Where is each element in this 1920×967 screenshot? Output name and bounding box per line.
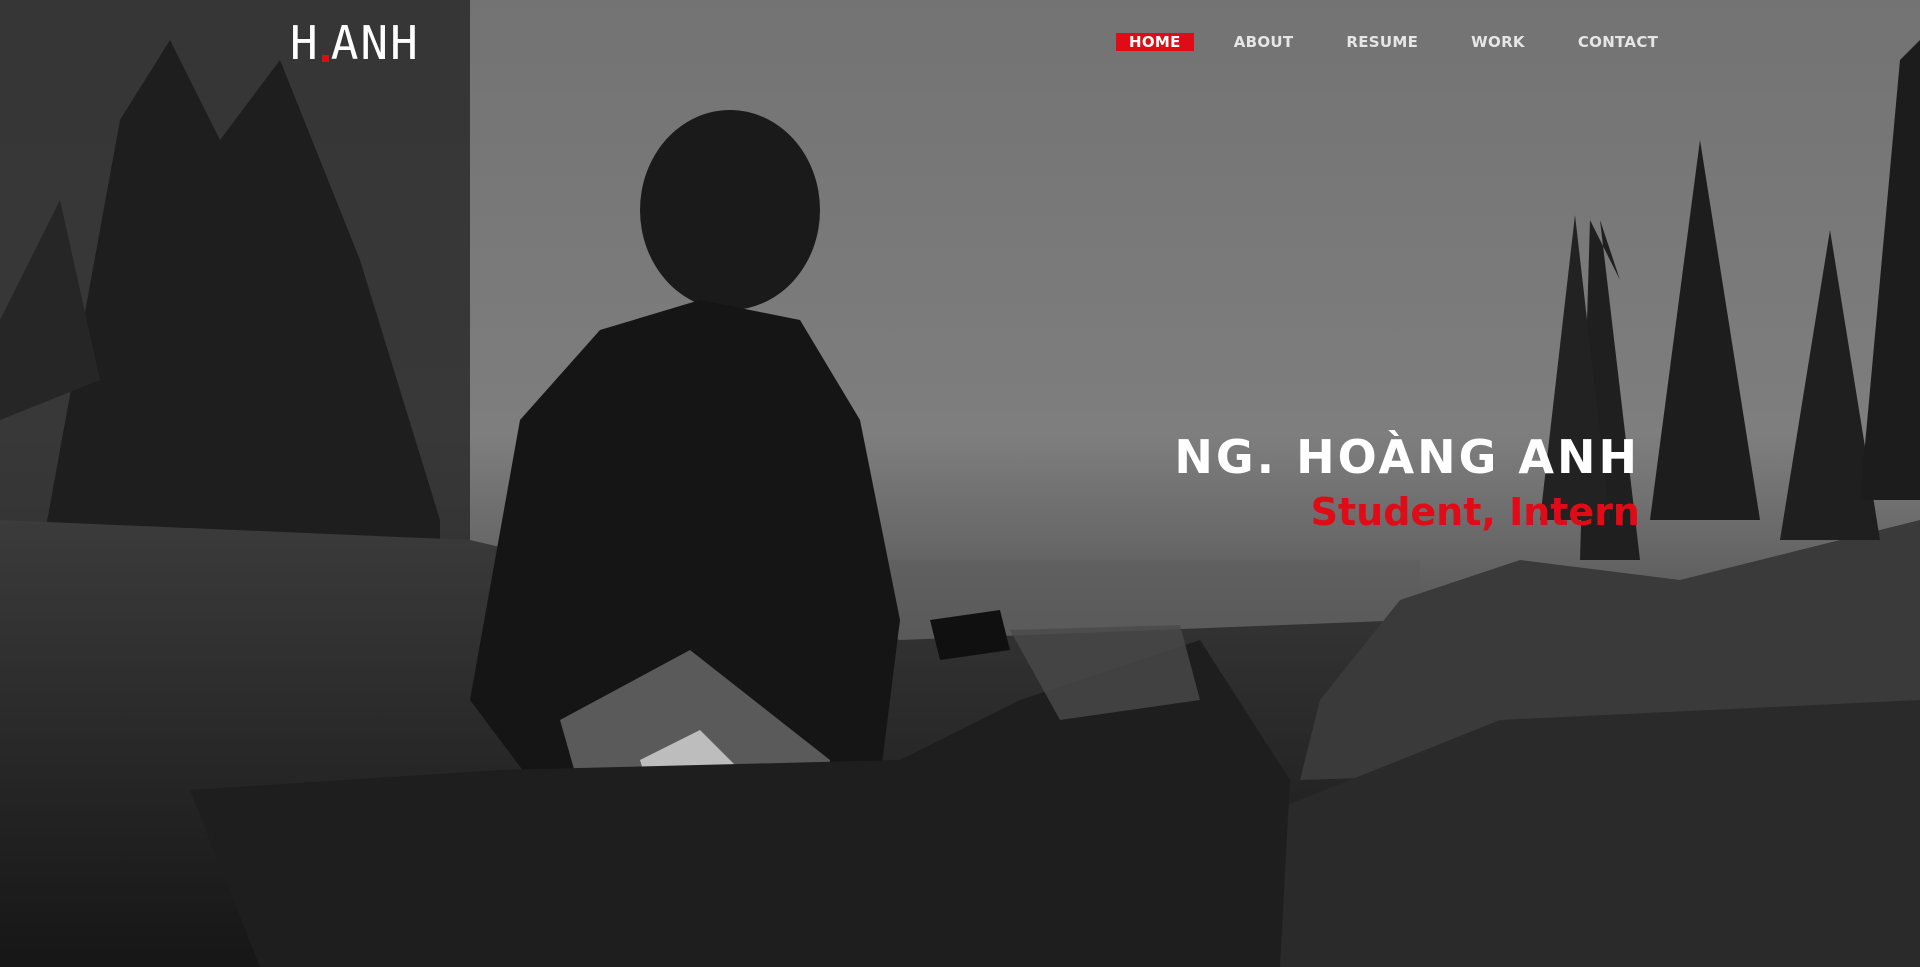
hero-name: NG. HOÀNG ANH [1174, 430, 1640, 484]
main-nav: HOME ABOUT RESUME WORK CONTACT [1116, 33, 1698, 51]
nav-item-work[interactable]: WORK [1458, 33, 1538, 51]
hero-text: NG. HOÀNG ANH Student, Intern [1174, 428, 1640, 538]
logo-text-right: ANH [330, 16, 420, 70]
site-logo[interactable]: H ANH [290, 18, 420, 68]
logo-accent-dot [321, 55, 329, 62]
hero-role: Student, Intern [1310, 490, 1640, 534]
hero-section: H ANH HOME ABOUT RESUME WORK CONTACT NG.… [0, 0, 1920, 967]
nav-item-contact[interactable]: CONTACT [1565, 33, 1671, 51]
site-header: H ANH HOME ABOUT RESUME WORK CONTACT [0, 0, 1920, 90]
logo-text-left: H [290, 16, 320, 70]
nav-item-about[interactable]: ABOUT [1221, 33, 1307, 51]
nav-item-home[interactable]: HOME [1116, 33, 1194, 51]
nav-item-resume[interactable]: RESUME [1333, 33, 1431, 51]
